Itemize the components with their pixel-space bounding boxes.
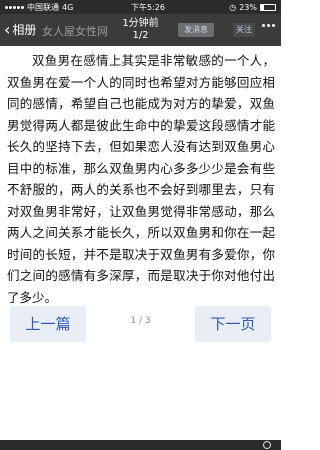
network-label: 4G	[62, 2, 74, 12]
battery-icon	[260, 3, 276, 11]
navigation-bar: ‹ 相册 女人屋女性网 1分钟前 1/2 发消息 关注	[0, 14, 281, 46]
send-message-button[interactable]: 发消息	[178, 23, 214, 37]
more-dots-icon[interactable]	[262, 24, 275, 27]
status-left: 中国联通 4G	[5, 2, 115, 13]
status-bar: 中国联通 4G 下午5:26 ◷ 23%	[0, 0, 281, 14]
chevron-left-icon: ‹	[4, 19, 11, 39]
alarm-icon: ◷	[229, 2, 237, 12]
pager: 上一篇 1 / 3 下一页	[0, 306, 281, 342]
status-time: 下午5:26	[131, 2, 165, 12]
bottom-bar	[0, 440, 281, 450]
follow-button[interactable]: 关注	[233, 23, 255, 37]
signal-icon	[5, 5, 24, 9]
status-right: ◷ 23%	[196, 3, 276, 12]
search-icon[interactable]	[263, 441, 271, 449]
carrier-label: 中国联通	[27, 2, 59, 12]
article-body: 双鱼男在感情上其实是非常敏感的一个人，双鱼男在爱一个人的同时也希望对方能够回应相…	[7, 53, 275, 305]
next-page-button[interactable]: 下一页	[195, 306, 271, 342]
back-label: 相册	[12, 23, 37, 37]
back-button[interactable]: ‹ 相册	[4, 21, 36, 38]
battery-percent: 23%	[239, 2, 257, 12]
site-name: 女人屋女性网	[42, 25, 108, 38]
